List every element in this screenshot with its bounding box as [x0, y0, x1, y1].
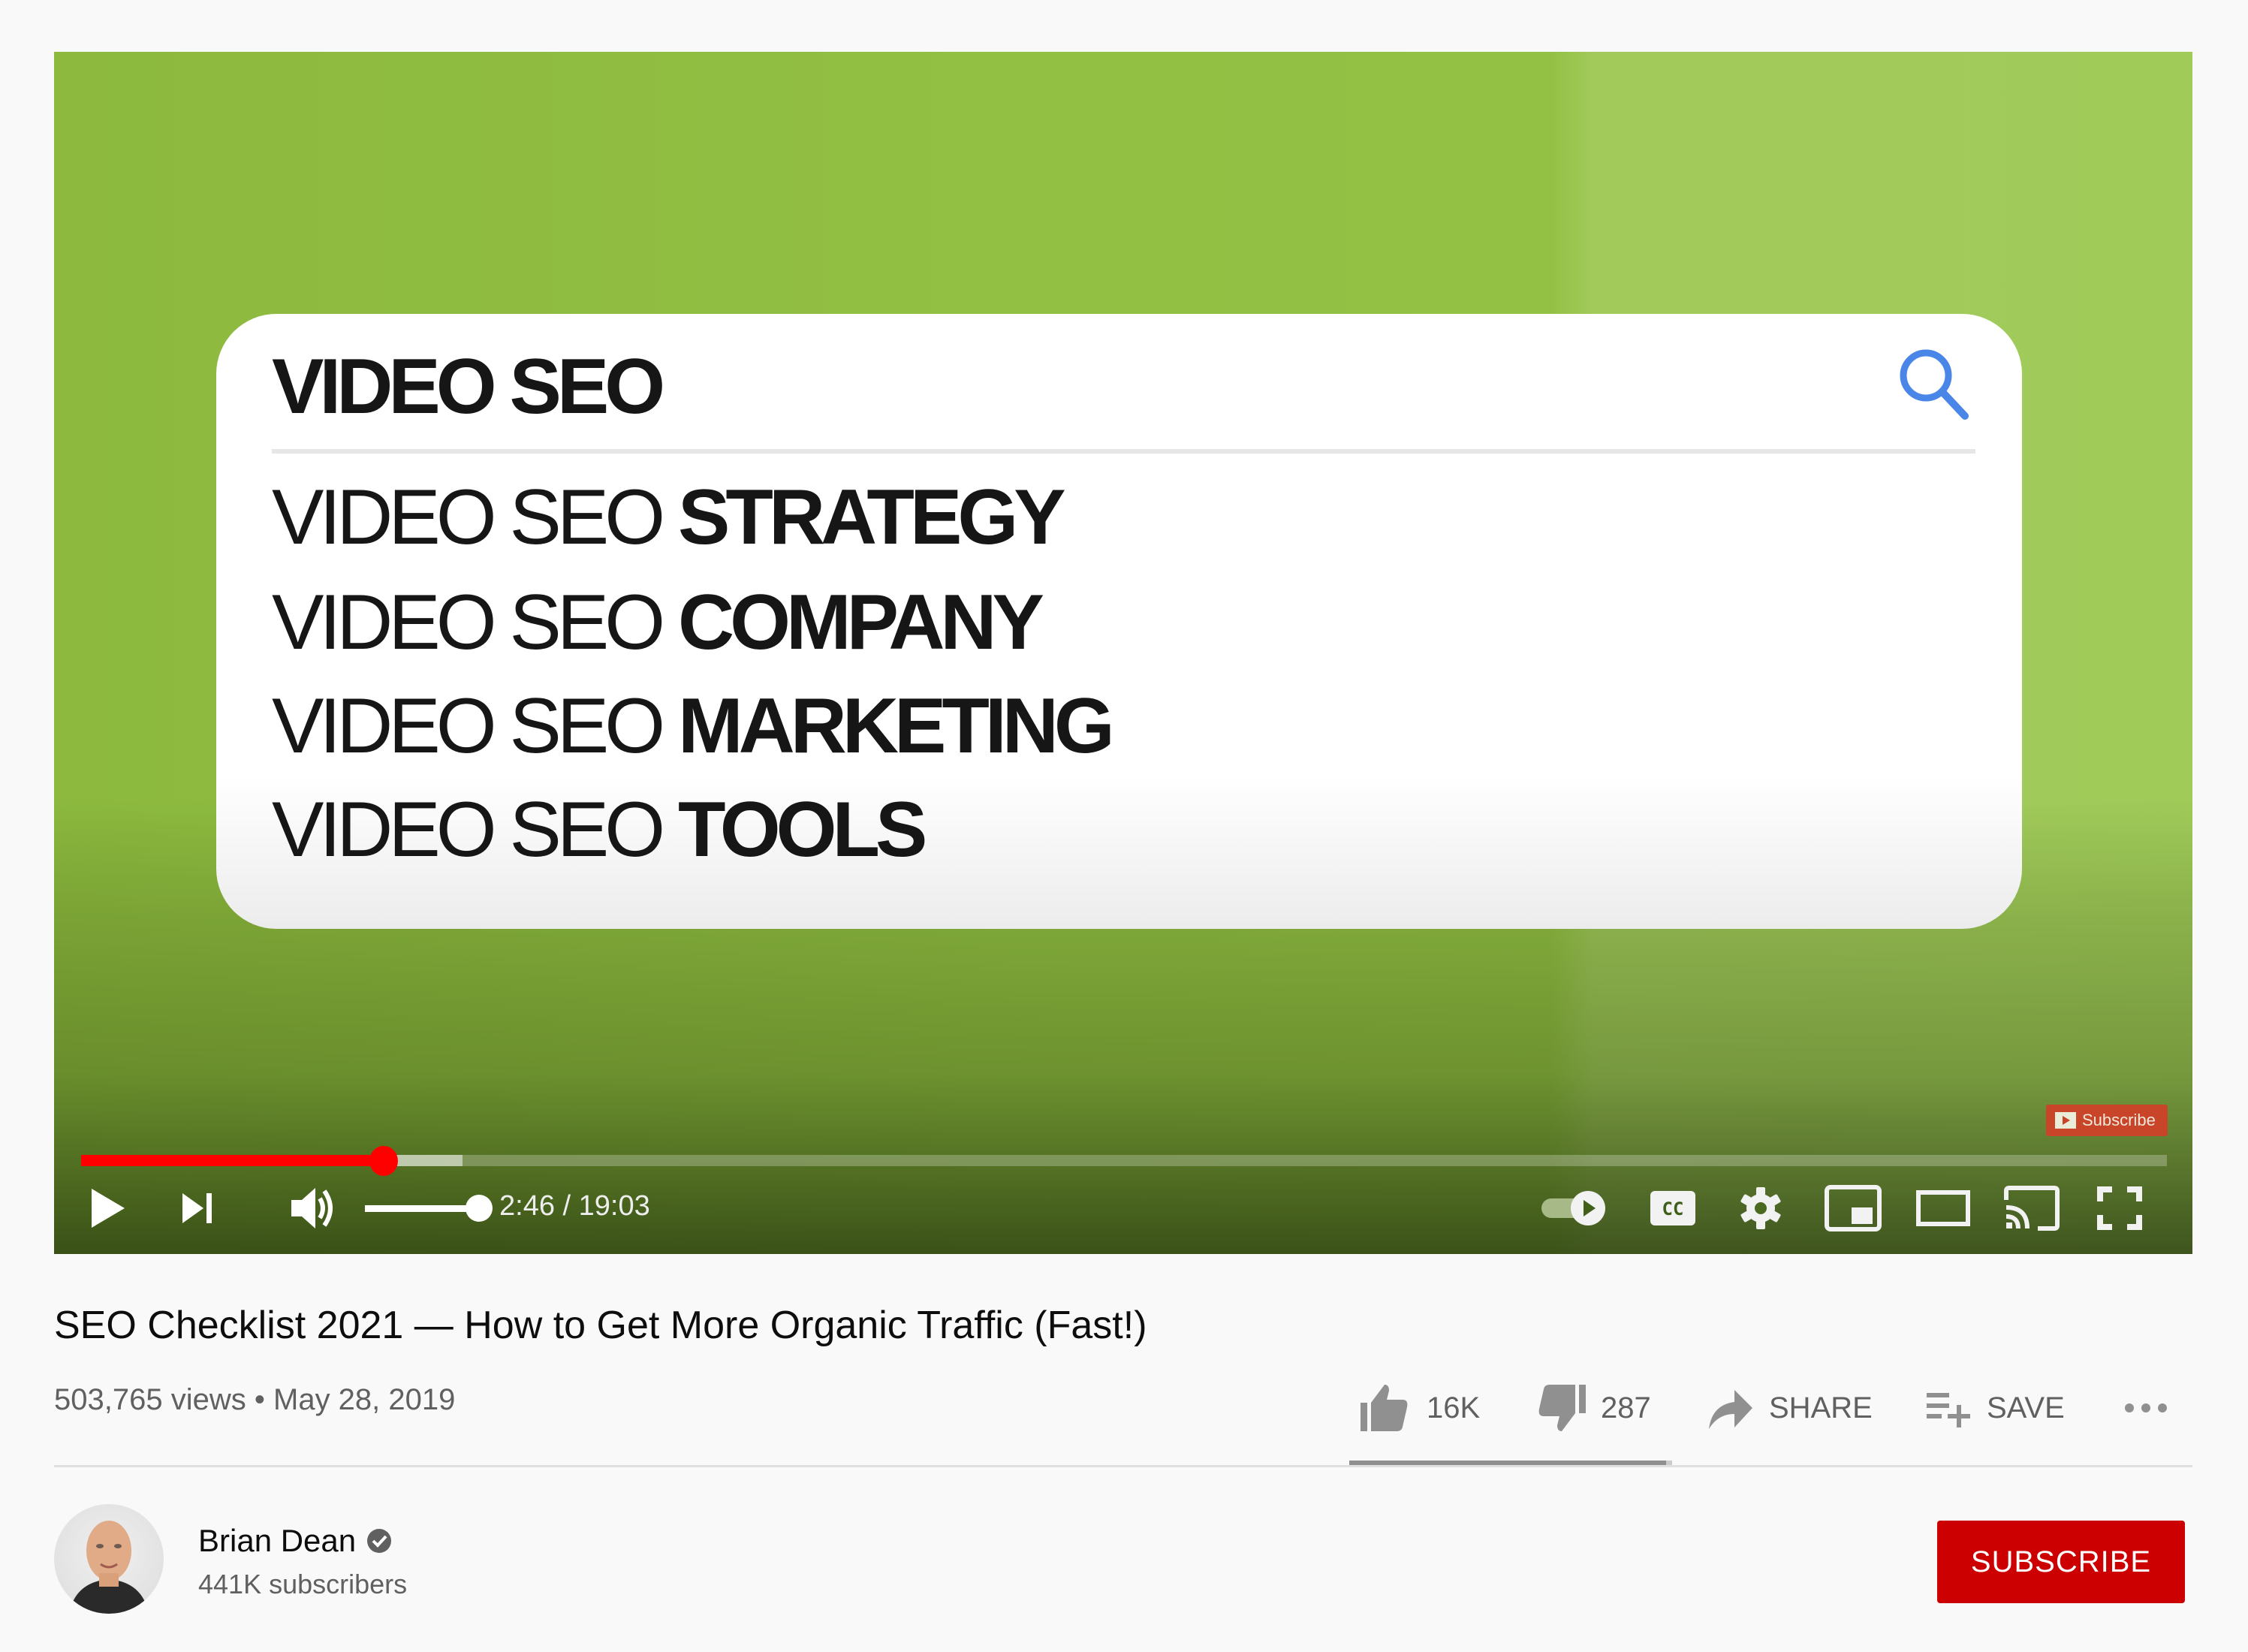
video-meta: 503,765 views • May 28, 2019: [54, 1383, 455, 1417]
progress-played: [81, 1155, 384, 1166]
search-icon: [1900, 349, 1969, 420]
save-button[interactable]: SAVE: [1925, 1382, 2065, 1434]
add-to-playlist-icon: [1927, 1393, 1970, 1427]
cast-button[interactable]: [2002, 1184, 2062, 1232]
subscriber-count: 441K subscribers: [198, 1569, 408, 1599]
dislike-button[interactable]: 287: [1533, 1382, 1651, 1434]
channel-watermark-subscribe[interactable]: Subscribe: [2046, 1105, 2168, 1136]
miniplayer-button[interactable]: [1823, 1184, 1883, 1232]
next-button[interactable]: [176, 1184, 221, 1232]
suggestion-item: VIDEO SEO MARKETING: [272, 682, 1115, 771]
channel-avatar[interactable]: [54, 1504, 164, 1614]
video-frame-search-card: VIDEO SEO VIDEO SEO STRATEGY VIDEO SEO C…: [216, 314, 2022, 929]
player-controls: 2:46 / 19:03 CC: [54, 1178, 2192, 1238]
suggestion-suffix: MARKETING: [678, 683, 1115, 770]
svg-text:CC: CC: [1662, 1198, 1684, 1219]
subscribe-button[interactable]: SUBSCRIBE: [1937, 1521, 2185, 1603]
suggestion-prefix: VIDEO SEO: [272, 474, 679, 561]
theater-mode-button[interactable]: [1915, 1184, 1972, 1232]
like-button[interactable]: 16K: [1359, 1382, 1480, 1434]
miniplayer-icon: [1825, 1185, 1882, 1231]
cast-icon: [2004, 1186, 2060, 1231]
more-actions-button[interactable]: [2123, 1382, 2168, 1434]
share-icon: [1709, 1390, 1752, 1429]
suggestion-item: VIDEO SEO COMPANY: [272, 578, 1044, 668]
suggestion-suffix: STRATEGY: [678, 474, 1066, 561]
fullscreen-button[interactable]: [2095, 1184, 2144, 1232]
suggestion-suffix: COMPANY: [678, 579, 1044, 666]
more-horizontal-icon: [2123, 1400, 2168, 1415]
settings-button[interactable]: [1736, 1184, 1785, 1232]
theater-mode-icon: [1916, 1190, 1970, 1226]
suggestion-prefix: VIDEO SEO: [272, 579, 679, 666]
next-icon: [182, 1193, 212, 1223]
fullscreen-icon: [2097, 1186, 2142, 1230]
watermark-label: Subscribe: [2082, 1111, 2156, 1129]
suggestion-prefix: VIDEO SEO: [272, 786, 679, 873]
suggestion-suffix: TOOLS: [678, 786, 927, 873]
progress-scrubber-handle[interactable]: [369, 1146, 398, 1176]
volume-slider-handle[interactable]: [466, 1195, 493, 1222]
view-count: 503,765 views: [54, 1383, 246, 1416]
suggestion-item: VIDEO SEO STRATEGY: [272, 473, 1066, 562]
share-button[interactable]: SHARE: [1707, 1382, 1873, 1434]
upload-date: May 28, 2019: [273, 1383, 456, 1416]
dislike-count: 287: [1601, 1391, 1651, 1424]
video-player[interactable]: VIDEO SEO VIDEO SEO STRATEGY VIDEO SEO C…: [54, 52, 2192, 1254]
like-count: 16K: [1427, 1391, 1481, 1424]
gear-icon: [1740, 1187, 1781, 1229]
channel-name-row: Brian Dean: [198, 1523, 392, 1559]
autoplay-toggle-icon: [1541, 1191, 1605, 1225]
save-label: SAVE: [1987, 1391, 2065, 1424]
mute-button[interactable]: [288, 1184, 341, 1232]
video-frame-search-query: VIDEO SEO: [272, 343, 665, 430]
youtube-play-icon: [2055, 1112, 2076, 1129]
avatar-portrait-icon: [69, 1521, 149, 1614]
volume-slider[interactable]: [365, 1205, 478, 1212]
meta-separator: •: [254, 1383, 265, 1416]
search-divider: [272, 449, 1975, 454]
captions-button[interactable]: CC: [1647, 1184, 1698, 1232]
thumbs-up-icon: [1361, 1385, 1408, 1431]
volume-icon: [291, 1188, 333, 1228]
suggestion-item: VIDEO SEO TOOLS: [272, 785, 927, 875]
section-divider: [54, 1465, 2192, 1467]
time-display: 2:46 / 19:03: [499, 1190, 650, 1222]
cc-icon: CC: [1650, 1191, 1695, 1225]
play-icon: [92, 1189, 125, 1228]
thumbs-down-icon: [1538, 1385, 1586, 1431]
play-button[interactable]: [81, 1184, 134, 1232]
progress-bar[interactable]: [81, 1146, 2167, 1176]
suggestion-prefix: VIDEO SEO: [272, 683, 679, 770]
verified-badge-icon: [367, 1529, 392, 1553]
channel-name[interactable]: Brian Dean: [198, 1523, 356, 1559]
share-label: SHARE: [1769, 1391, 1873, 1424]
video-title: SEO Checklist 2021 — How to Get More Org…: [54, 1304, 1147, 1347]
autoplay-toggle[interactable]: [1538, 1184, 1610, 1232]
